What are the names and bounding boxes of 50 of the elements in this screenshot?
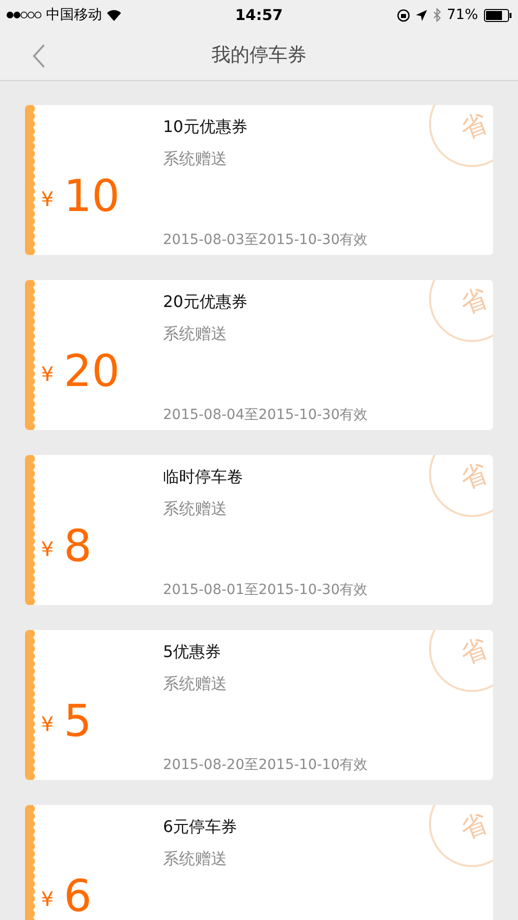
ticket-edge-icon bbox=[25, 105, 37, 255]
coupon-title: 5优惠券 bbox=[163, 642, 222, 663]
back-icon bbox=[32, 44, 46, 68]
coupon-validity: 2015-08-20至2015-10-10有效 bbox=[163, 756, 368, 774]
currency-symbol: ¥ bbox=[41, 362, 54, 386]
coupon-source: 系统赠送 bbox=[163, 674, 227, 695]
currency-symbol: ¥ bbox=[41, 537, 54, 561]
stamp-text: 省 bbox=[456, 282, 492, 322]
coupon-card[interactable]: ¥ 6 6元停车券 系统赠送 省 bbox=[25, 805, 493, 920]
carrier-name: 中国移动 bbox=[46, 6, 102, 24]
coupon-title: 6元停车券 bbox=[163, 817, 238, 838]
ticket-edge-icon bbox=[25, 280, 37, 430]
location-icon bbox=[416, 10, 427, 20]
coupon-validity: 2015-08-03至2015-10-30有效 bbox=[163, 231, 368, 249]
signal-icon bbox=[6, 11, 42, 19]
coupon-amount: 20 bbox=[64, 350, 120, 394]
coupon-amount: 5 bbox=[64, 700, 92, 744]
coupon-title: 10元优惠券 bbox=[163, 117, 248, 138]
ticket-edge-icon bbox=[25, 630, 37, 780]
coupon-validity: 2015-08-04至2015-10-30有效 bbox=[163, 406, 368, 424]
coupon-source: 系统赠送 bbox=[163, 149, 227, 170]
stamp-text: 省 bbox=[456, 807, 492, 848]
battery-icon bbox=[484, 8, 512, 22]
rotation-lock-icon bbox=[396, 8, 410, 22]
currency-symbol: ¥ bbox=[41, 712, 54, 736]
stamp-text: 省 bbox=[456, 457, 492, 498]
stamp-text: 省 bbox=[456, 107, 492, 148]
coupon-card[interactable]: ¥ 5 5优惠券 系统赠送 2015-08-20至2015-10-10有效 省 bbox=[25, 630, 493, 780]
coupon-amount: 6 bbox=[64, 875, 92, 919]
status-time: 14:57 bbox=[235, 6, 283, 24]
coupon-amount: 8 bbox=[64, 525, 92, 569]
coupon-source: 系统赠送 bbox=[163, 324, 227, 345]
battery-percent: 71% bbox=[446, 7, 478, 23]
coupon-card[interactable]: ¥ 20 20元优惠券 系统赠送 2015-08-04至2015-10-30有效 省 bbox=[25, 280, 493, 430]
coupon-card[interactable]: ¥ 10 10元优惠券 系统赠送 2015-08-03至2015-10-30有效 省 bbox=[25, 105, 493, 255]
bluetooth-icon bbox=[432, 8, 441, 22]
ticket-edge-icon bbox=[25, 805, 37, 920]
coupon-title: 20元优惠券 bbox=[163, 292, 248, 313]
coupon-amount: 10 bbox=[64, 175, 120, 219]
wifi-icon bbox=[106, 9, 122, 21]
page-title: 我的停车券 bbox=[212, 43, 306, 68]
stamp-text: 省 bbox=[456, 632, 492, 672]
coupon-card[interactable]: ¥ 8 临时停车卷 系统赠送 2015-08-01至2015-10-30有效 省 bbox=[25, 455, 493, 605]
currency-symbol: ¥ bbox=[41, 887, 54, 911]
coupon-title: 临时停车卷 bbox=[163, 467, 243, 488]
ticket-edge-icon bbox=[25, 455, 37, 605]
currency-symbol: ¥ bbox=[41, 187, 54, 211]
coupon-source: 系统赠送 bbox=[163, 849, 227, 870]
coupon-validity: 2015-08-01至2015-10-30有效 bbox=[163, 581, 368, 599]
coupon-source: 系统赠送 bbox=[163, 499, 227, 520]
